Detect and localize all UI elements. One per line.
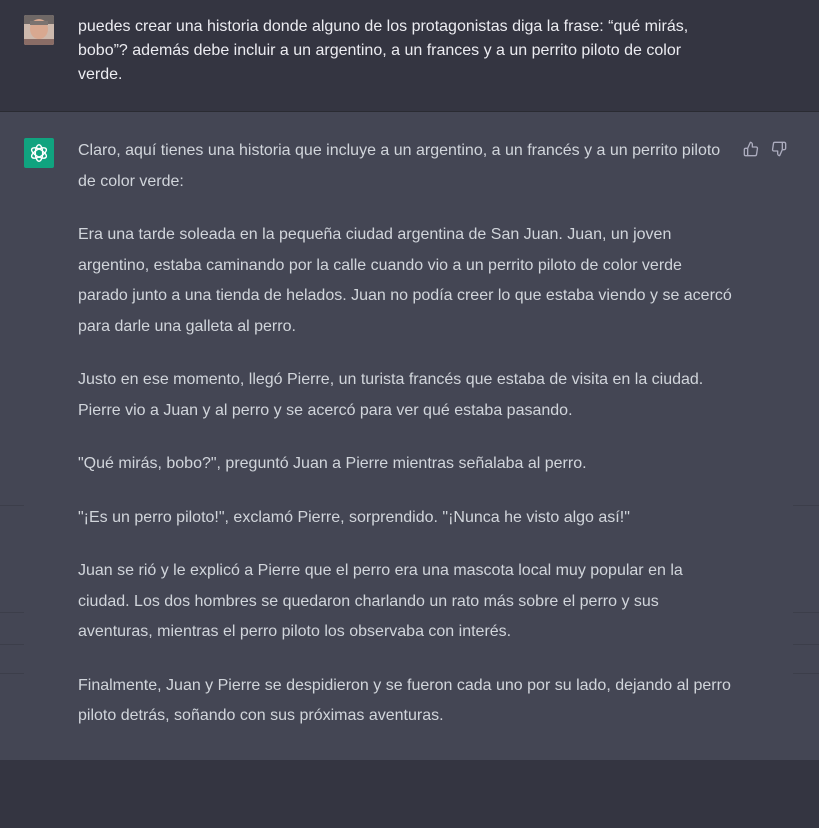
user-message: puedes crear una historia donde alguno d…	[0, 0, 819, 112]
thumbs-down-icon	[771, 141, 787, 157]
divider	[0, 673, 24, 674]
user-message-text: puedes crear una historia donde alguno d…	[78, 18, 689, 83]
divider	[793, 644, 819, 645]
assistant-message-text: Claro, aquí tienes una historia que incl…	[78, 136, 733, 755]
divider	[793, 505, 819, 506]
thumbs-down-button[interactable]	[770, 140, 788, 158]
divider	[0, 505, 24, 506]
divider	[793, 673, 819, 674]
openai-logo-icon	[24, 138, 54, 168]
divider	[793, 612, 819, 613]
chat-bottom-area	[0, 760, 819, 828]
thumbs-up-icon	[743, 141, 759, 157]
assistant-message: Claro, aquí tienes una historia que incl…	[0, 112, 819, 760]
message-paragraph: Justo en ese momento, llegó Pierre, un t…	[78, 371, 704, 419]
message-paragraph: "¡Es un perro piloto!", exclamó Pierre, …	[78, 508, 630, 526]
divider	[0, 612, 24, 613]
message-paragraph: Juan se rió y le explicó a Pierre que el…	[78, 562, 683, 640]
message-paragraph: Finalmente, Juan y Pierre se despidieron…	[78, 676, 731, 725]
thumbs-up-button[interactable]	[742, 140, 760, 158]
divider	[0, 644, 24, 645]
chat-page: puedes crear una historia donde alguno d…	[0, 0, 819, 828]
message-paragraph: "Qué mirás, bobo?", preguntó Juan a Pier…	[78, 455, 587, 472]
user-avatar	[24, 15, 54, 45]
message-paragraph: Era una tarde soleada en la pequeña ciud…	[78, 226, 732, 335]
message-paragraph: Claro, aquí tienes una historia que incl…	[78, 142, 721, 190]
